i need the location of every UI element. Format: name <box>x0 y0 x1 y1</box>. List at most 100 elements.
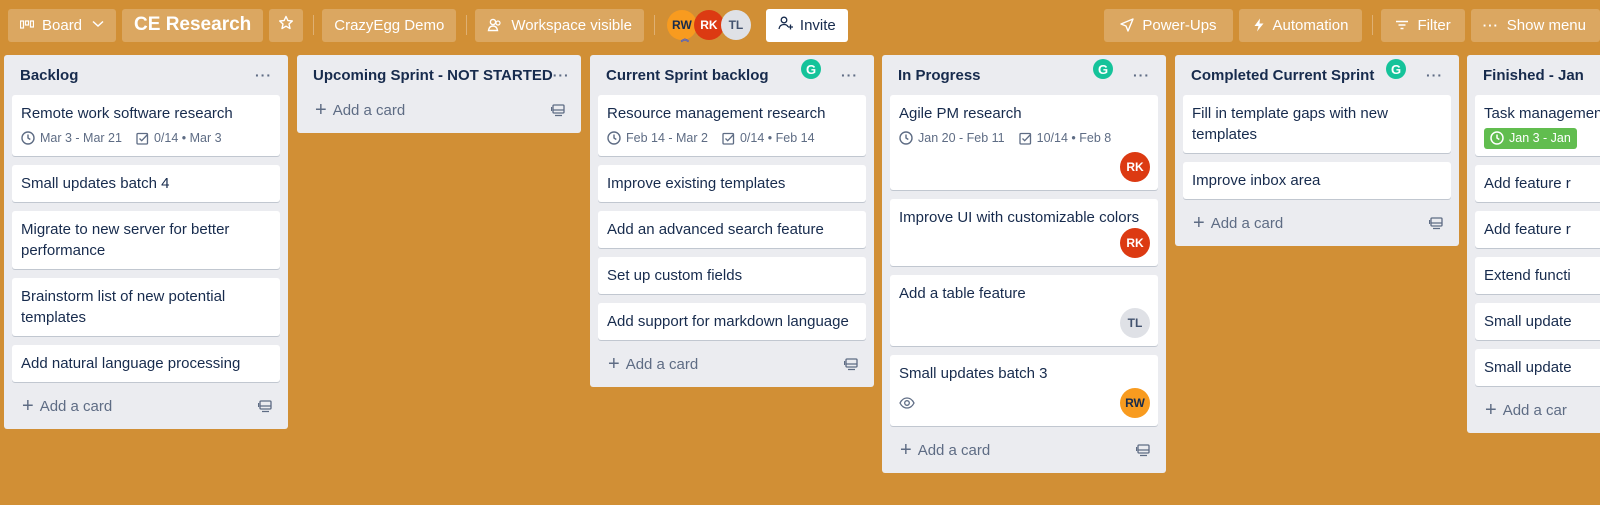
card[interactable]: Small update <box>1475 303 1600 340</box>
plus-icon: + <box>22 395 34 417</box>
add-card-button[interactable]: + Add a card <box>608 354 698 374</box>
list-header: Backlog ··· <box>12 55 280 95</box>
card-title: Add an advanced search feature <box>607 221 824 238</box>
card[interactable]: Add support for markdown language <box>598 303 866 340</box>
card[interactable]: Resource management research Feb 14 - Ma… <box>598 95 866 156</box>
card-title: Small updates batch 4 <box>21 175 170 192</box>
card[interactable]: Add an advanced search feature <box>598 211 866 248</box>
card[interactable]: Brainstorm list of new potential templat… <box>12 278 280 336</box>
card-template-icon[interactable] <box>551 103 565 117</box>
add-card-button[interactable]: + Add a card <box>315 100 405 120</box>
board-title[interactable]: CE Research <box>122 8 264 42</box>
member-avatar-rw[interactable]: RW ︽ <box>666 10 697 43</box>
rocket-icon <box>1120 18 1135 32</box>
list-title[interactable]: Completed Current Sprint <box>1191 67 1374 84</box>
add-card-button[interactable]: + Add a card <box>900 440 990 460</box>
card[interactable]: Set up custom fields <box>598 257 866 294</box>
star-board-button[interactable] <box>269 8 304 42</box>
card-template-icon[interactable] <box>1136 443 1150 457</box>
card[interactable]: Small update <box>1475 349 1600 386</box>
card-template-icon[interactable] <box>844 357 858 371</box>
list-title[interactable]: Backlog <box>20 67 78 84</box>
header-divider <box>1372 15 1374 35</box>
add-card-button[interactable]: + Add a car <box>1485 400 1567 420</box>
member-avatar-rk[interactable]: RK <box>1120 152 1150 182</box>
power-ups-button[interactable]: Power-Ups <box>1104 8 1233 42</box>
view-switcher-label: Board <box>42 16 83 34</box>
card-title: Extend functi <box>1484 267 1571 284</box>
add-card-button[interactable]: + Add a card <box>1193 213 1283 233</box>
clock-icon <box>21 131 35 145</box>
card[interactable]: Fill in template gaps with new templates <box>1183 95 1451 153</box>
member-avatar-rw[interactable]: RW <box>1120 388 1150 418</box>
card[interactable]: Small updates batch 3 RW <box>890 355 1158 426</box>
filter-label: Filter <box>1417 16 1451 34</box>
card[interactable]: Task management Jan 3 - Jan <box>1475 95 1600 156</box>
list-title[interactable]: Finished - Jan <box>1483 67 1584 84</box>
card[interactable]: Extend functi <box>1475 257 1600 294</box>
grammarly-icon[interactable]: G <box>1386 59 1406 79</box>
member-avatar-tl[interactable]: TL <box>720 10 751 40</box>
plus-icon: + <box>1485 399 1497 421</box>
checklist-badge: 0/14 • Mar 3 <box>136 128 222 149</box>
list-menu-icon[interactable]: ··· <box>841 67 858 83</box>
card[interactable]: Improve inbox area <box>1183 162 1451 199</box>
card-title: Remote work software research <box>21 105 233 122</box>
card-template-icon[interactable] <box>1429 216 1443 230</box>
board-members: RW ︽ RK TL <box>666 10 751 43</box>
plus-icon: + <box>608 353 620 375</box>
show-menu-button[interactable]: ··· Show menu <box>1470 8 1600 42</box>
checklist-icon <box>1018 132 1032 145</box>
clock-icon <box>1490 131 1504 145</box>
list-footer: + Add a card <box>598 349 866 379</box>
card[interactable]: Add feature r <box>1475 165 1600 202</box>
power-ups-label: Power-Ups <box>1142 16 1217 34</box>
card[interactable]: Agile PM research Jan 20 - Feb 11 10/14 … <box>890 95 1158 190</box>
list-finished-jan: Finished - Jan Task management Jan 3 - J… <box>1467 55 1600 433</box>
card[interactable]: Add natural language processing <box>12 345 280 382</box>
add-card-button[interactable]: + Add a card <box>22 396 112 416</box>
invite-button[interactable]: Invite <box>765 8 848 42</box>
people-icon <box>487 18 503 32</box>
card-title: Add natural language processing <box>21 355 241 372</box>
list-header: Finished - Jan <box>1475 55 1600 95</box>
card[interactable]: Improve UI with customizable colors RK <box>890 199 1158 266</box>
visibility-button[interactable]: Workspace visible <box>475 8 644 42</box>
board-canvas: Backlog ··· Remote work software researc… <box>0 55 1600 505</box>
list-current-sprint-backlog: Current Sprint backlog G ··· Resource ma… <box>590 55 874 387</box>
member-avatar-rk[interactable]: RK <box>693 10 724 40</box>
due-date-complete-badge[interactable]: Jan 3 - Jan <box>1484 127 1577 149</box>
card-footer: RW <box>899 388 1150 418</box>
list-title[interactable]: In Progress <box>898 67 981 84</box>
card[interactable]: Add feature r <box>1475 211 1600 248</box>
list-menu-icon[interactable]: ··· <box>553 67 570 83</box>
member-avatar-rk[interactable]: RK <box>1120 228 1150 258</box>
list-menu-icon[interactable]: ··· <box>255 67 272 83</box>
view-switcher-button[interactable]: Board <box>8 8 117 42</box>
card[interactable]: Small updates batch 4 <box>12 165 280 202</box>
list-menu-icon[interactable]: ··· <box>1426 67 1443 83</box>
grammarly-icon[interactable]: G <box>1093 59 1113 79</box>
card[interactable]: Migrate to new server for better perform… <box>12 211 280 269</box>
card-template-icon[interactable] <box>258 399 272 413</box>
list-title[interactable]: Upcoming Sprint - NOT STARTED <box>313 67 553 84</box>
member-avatar-tl[interactable]: TL <box>1120 308 1150 338</box>
filter-button[interactable]: Filter <box>1381 8 1465 42</box>
header-divider <box>466 15 468 35</box>
checklist-icon <box>722 132 735 145</box>
workspace-button[interactable]: CrazyEgg Demo <box>322 8 457 42</box>
card[interactable]: Add a table feature TL <box>890 275 1158 346</box>
grammarly-icon[interactable]: G <box>801 59 821 79</box>
list-menu-icon[interactable]: ··· <box>1133 67 1150 83</box>
plus-icon: + <box>1193 212 1205 234</box>
due-date-badge: Feb 14 - Mar 2 <box>607 128 708 149</box>
clock-icon <box>607 131 621 145</box>
due-date-badge: Mar 3 - Mar 21 <box>21 128 122 149</box>
card-title: Add support for markdown language <box>607 313 849 330</box>
card[interactable]: Remote work software research Mar 3 - Ma… <box>12 95 280 156</box>
list-title[interactable]: Current Sprint backlog <box>606 67 769 84</box>
card[interactable]: Improve existing templates <box>598 165 866 202</box>
automation-button[interactable]: Automation <box>1238 8 1363 42</box>
list-in-progress: In Progress G ··· Agile PM research Jan … <box>882 55 1166 473</box>
card-title: Small update <box>1484 313 1572 330</box>
